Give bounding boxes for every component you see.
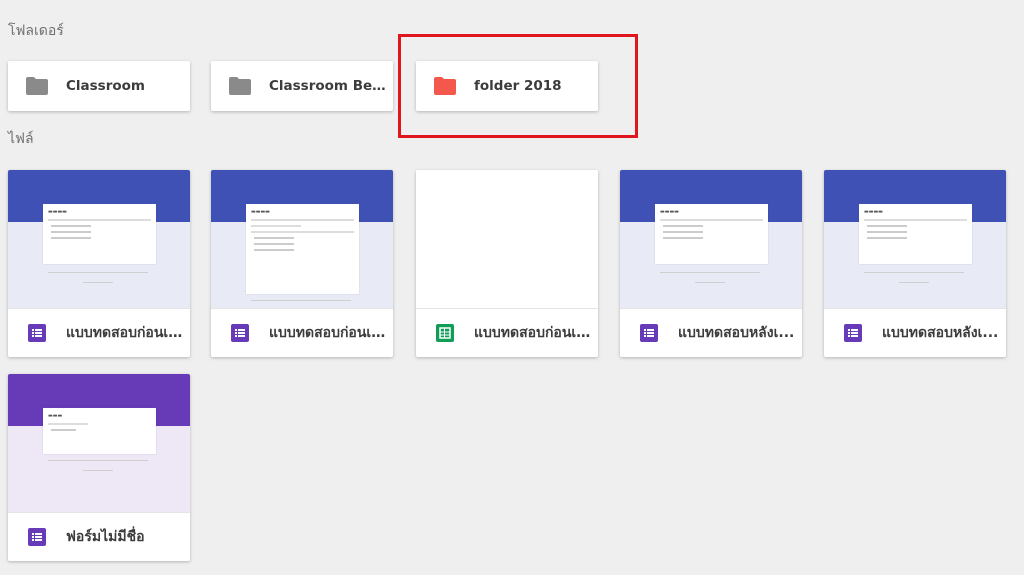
file-card-form[interactable]: ▬▬▬ ฟอร์มไม่มีชื่อ (8, 374, 190, 561)
file-thumbnail: ▬▬▬▬ (824, 170, 1006, 308)
file-card-sheet[interactable]: แบบทดสอบก่อนเ... (416, 170, 598, 357)
file-thumbnail: ▬▬▬ (8, 374, 190, 512)
file-card-form[interactable]: ▬▬▬▬ แบบทดสอบก่อนเ... (211, 170, 393, 357)
files-section-label: ไฟล์ (8, 131, 34, 147)
folder-name: Classroom Benz ... (269, 78, 389, 94)
file-name: แบบทดสอบหลังเ... (882, 325, 999, 341)
folder-icon (26, 77, 48, 95)
folder-card-classroom[interactable]: Classroom (8, 61, 190, 111)
file-thumbnail: ▬▬▬▬ (8, 170, 190, 308)
forms-icon (28, 528, 46, 546)
sheets-icon (436, 324, 454, 342)
file-name: แบบทดสอบก่อนเ... (269, 325, 387, 341)
folder-icon (229, 77, 251, 95)
file-card-form[interactable]: ▬▬▬▬ แบบทดสอบก่อนเ... (8, 170, 190, 357)
folder-name: Classroom (66, 78, 145, 94)
file-name: แบบทดสอบก่อนเ... (66, 325, 184, 341)
folders-section-label: โฟลเดอร์ (8, 23, 64, 39)
file-thumbnail: ▬▬▬▬ (620, 170, 802, 308)
forms-icon (640, 324, 658, 342)
forms-icon (231, 324, 249, 342)
file-card-form[interactable]: ▬▬▬▬ แบบทดสอบหลังเ... (824, 170, 1006, 357)
forms-icon (28, 324, 46, 342)
file-thumbnail: ▬▬▬▬ (211, 170, 393, 308)
file-card-form[interactable]: ▬▬▬▬ แบบทดสอบหลังเ... (620, 170, 802, 357)
highlight-annotation-box (398, 34, 638, 138)
forms-icon (844, 324, 862, 342)
folder-card-classroom-benz[interactable]: Classroom Benz ... (211, 61, 393, 111)
file-name: แบบทดสอบก่อนเ... (474, 325, 592, 341)
file-name: แบบทดสอบหลังเ... (678, 325, 795, 341)
file-name: ฟอร์มไม่มีชื่อ (66, 529, 145, 545)
file-thumbnail (416, 170, 598, 308)
